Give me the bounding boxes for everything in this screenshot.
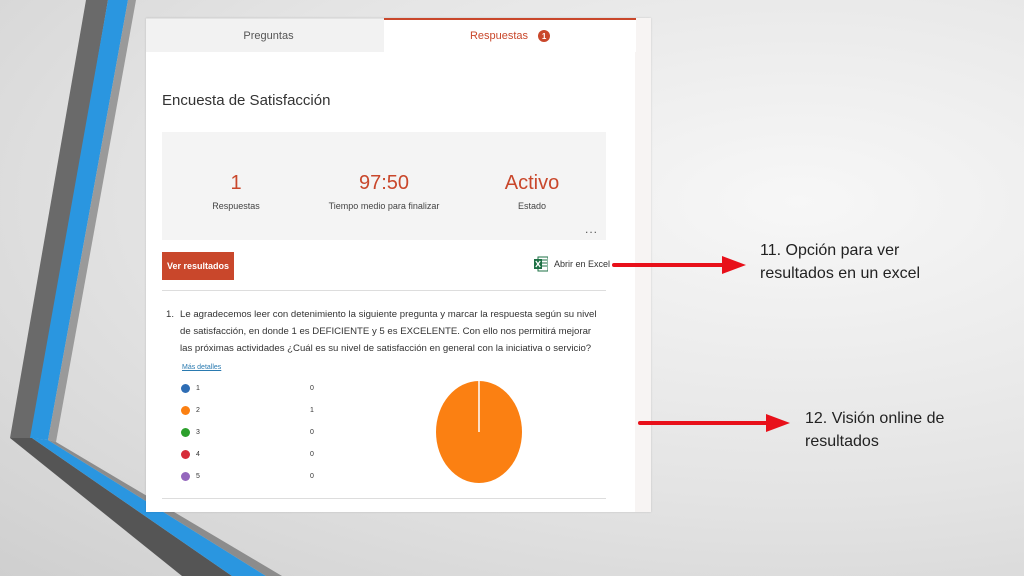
option-label: 1 [196, 384, 200, 392]
abrir-en-excel-button[interactable]: Abrir en Excel [534, 256, 610, 272]
legend-row: 50 [181, 470, 314, 482]
question-number: 1. [166, 309, 175, 320]
stat-average-time-value: 97:50 [358, 172, 410, 194]
results-pie-chart [436, 381, 522, 483]
annotation-11: 11. Opción para ver resultados en un exc… [760, 239, 920, 285]
tab-preguntas[interactable]: Preguntas [146, 18, 391, 52]
responses-count-badge: 1 [538, 30, 551, 42]
annotation-12: 12. Visión online de resultados [805, 407, 944, 453]
summary-stats: 1 Respuestas 97:50 Tiempo medio para fin… [162, 132, 606, 240]
legend-dot-icon [181, 471, 190, 481]
tab-preguntas-label: Preguntas [243, 29, 294, 42]
option-count: 0 [310, 384, 314, 392]
stat-status-label: Estado [517, 201, 547, 211]
question-1: 1. Le agradecemos leer con detenimiento … [166, 306, 606, 357]
stat-responses: 1 Respuestas [156, 172, 316, 211]
forms-responses-panel: Preguntas Respuestas 1 Encuesta de Satis… [146, 18, 651, 512]
tab-bar: Preguntas Respuestas 1 [146, 18, 636, 52]
tab-respuestas[interactable]: Respuestas 1 [384, 18, 636, 52]
section-divider-bottom [162, 498, 606, 499]
legend-dot-icon [181, 427, 190, 437]
annotation-11-line2: resultados en un excel [760, 265, 921, 282]
option-count: 1 [310, 406, 314, 414]
legend-row: 21 [181, 404, 314, 416]
arrow-to-chart [638, 414, 790, 432]
ver-resultados-button[interactable]: Ver resultados [162, 252, 234, 280]
arrow-to-excel [612, 256, 746, 274]
legend-row: 30 [181, 426, 314, 438]
annotation-11-line1: 11. Opción para ver [760, 242, 900, 259]
option-label: 3 [196, 428, 200, 436]
option-label: 5 [196, 472, 200, 480]
stat-responses-label: Respuestas [212, 201, 260, 211]
stat-status-value: Activo [504, 172, 560, 194]
option-count: 0 [310, 472, 314, 480]
tab-respuestas-label: Respuestas [469, 30, 529, 42]
question-text: Le agradecemos leer con detenimiento la … [180, 309, 597, 354]
stat-average-time: 97:50 Tiempo medio para finalizar [304, 172, 464, 211]
section-divider-top [162, 290, 606, 291]
legend-row: 10 [181, 382, 314, 394]
legend-dot-icon [181, 383, 190, 393]
mas-detalles-link[interactable]: Más detalles [182, 364, 221, 371]
option-label: 2 [196, 406, 200, 414]
option-count: 0 [310, 428, 314, 436]
stat-average-time-label: Tiempo medio para finalizar [328, 201, 440, 211]
stat-responses-value: 1 [230, 172, 242, 194]
legend-row: 40 [181, 448, 314, 460]
excel-icon [534, 256, 548, 272]
stat-status: Activo Estado [452, 172, 612, 211]
form-title: Encuesta de Satisfacción [162, 92, 331, 109]
annotation-12-line2: resultados [805, 433, 879, 450]
abrir-en-excel-label: Abrir en Excel [554, 259, 611, 269]
option-count: 0 [310, 450, 314, 458]
option-label: 4 [196, 450, 200, 458]
legend-dot-icon [181, 405, 190, 415]
more-options-icon[interactable]: ... [585, 222, 598, 236]
annotation-12-line1: 12. Visión online de [805, 410, 945, 427]
legend-dot-icon [181, 449, 190, 459]
